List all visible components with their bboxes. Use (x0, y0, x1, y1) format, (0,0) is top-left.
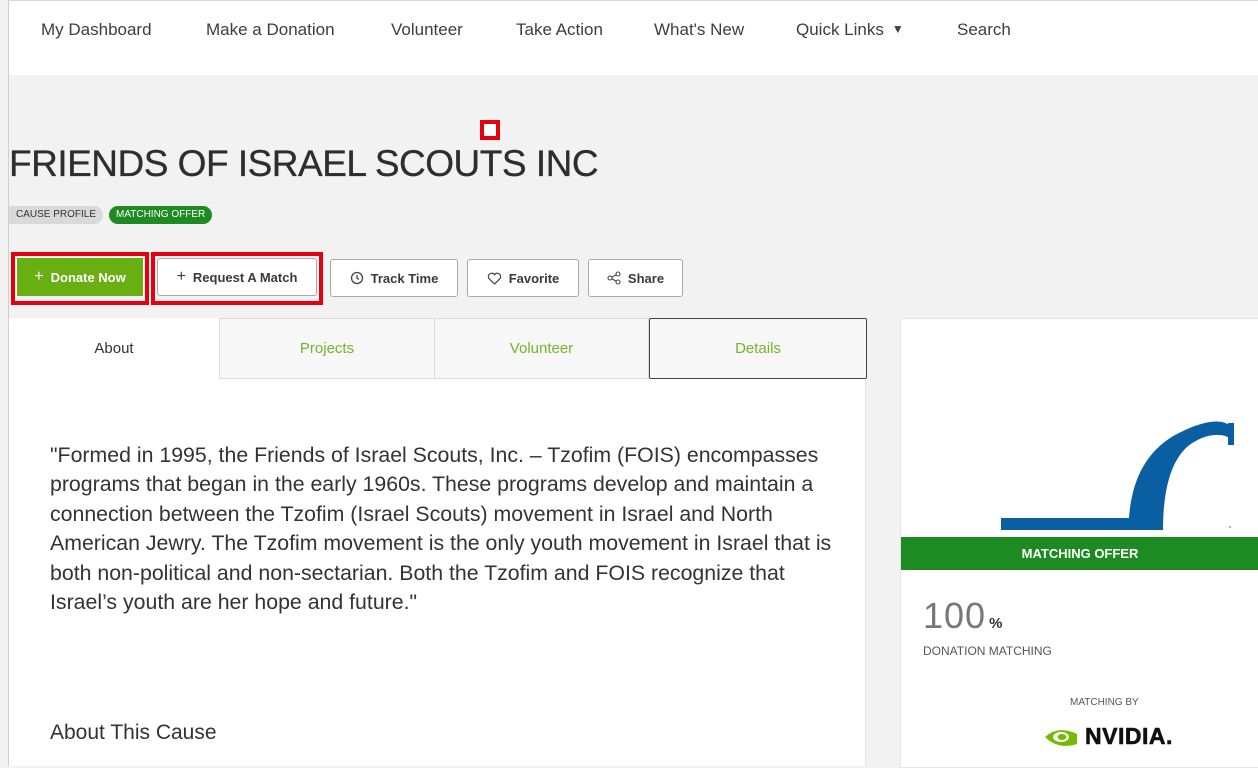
share-button[interactable]: Share (588, 259, 683, 297)
cause-description: "Formed in 1995, the Friends of Israel S… (50, 443, 832, 615)
highlight-marker (480, 120, 500, 140)
matching-by-label: MATCHING BY (1070, 697, 1139, 708)
nav-whats-new[interactable]: What's New (654, 20, 744, 40)
tab-about[interactable]: About (9, 318, 220, 379)
track-time-label: Track Time (370, 270, 439, 286)
request-a-match-button[interactable]: + Request A Match (157, 258, 317, 296)
caret-down-icon: ▼ (891, 22, 904, 36)
donation-matching-label: DONATION MATCHING (923, 644, 1052, 658)
cause-profile-badge: CAUSE PROFILE (9, 206, 104, 224)
clock-icon (350, 271, 363, 285)
nav-quick-links-label: Quick Links (796, 20, 884, 39)
top-navigation: My Dashboard Make a Donation Volunteer T… (9, 1, 1258, 75)
nvidia-eye-icon (1045, 729, 1077, 746)
donate-now-button[interactable]: + Donate Now (17, 258, 143, 296)
sponsor-name: NVIDIA. (1085, 723, 1173, 750)
tab-details[interactable]: Details (649, 318, 867, 379)
match-percentage: 100% (923, 595, 1002, 637)
favorite-label: Favorite (508, 270, 560, 286)
about-this-cause-heading: About This Cause (50, 721, 217, 744)
matching-offer-card: MATCHING OFFER 100% DONATION MATCHING MA… (900, 318, 1258, 768)
request-a-match-label: Request A Match (192, 269, 298, 285)
sponsor-logo: NVIDIA. (1043, 723, 1173, 750)
share-label: Share (627, 270, 665, 286)
percent-sign: % (989, 615, 1003, 632)
tab-volunteer[interactable]: Volunteer (435, 318, 649, 379)
organization-logo (1001, 421, 1234, 530)
tab-projects[interactable]: Projects (220, 318, 435, 379)
nav-make-a-donation[interactable]: Make a Donation (206, 20, 335, 40)
matching-offer-badge: MATCHING OFFER (109, 206, 213, 224)
share-icon (607, 271, 621, 285)
plus-icon: + (176, 268, 186, 285)
track-time-button[interactable]: Track Time (330, 259, 458, 297)
nav-volunteer[interactable]: Volunteer (391, 20, 463, 40)
profile-tabs: About Projects Volunteer Details (9, 318, 867, 379)
nav-quick-links[interactable]: Quick Links ▼ (796, 20, 904, 40)
plus-icon: + (34, 268, 44, 285)
matching-offer-banner: MATCHING OFFER (901, 537, 1258, 570)
favorite-button[interactable]: Favorite (467, 259, 579, 297)
nav-take-action[interactable]: Take Action (516, 20, 603, 40)
donate-now-label: Donate Now (50, 269, 126, 285)
nav-search[interactable]: Search (957, 20, 1011, 40)
heart-icon (487, 272, 501, 285)
match-percentage-value: 100 (923, 595, 987, 636)
page-title: FRIENDS OF ISRAEL SCOUTS INC (9, 143, 599, 184)
about-panel: "Formed in 1995, the Friends of Israel S… (9, 379, 866, 766)
nav-my-dashboard[interactable]: My Dashboard (41, 20, 152, 40)
